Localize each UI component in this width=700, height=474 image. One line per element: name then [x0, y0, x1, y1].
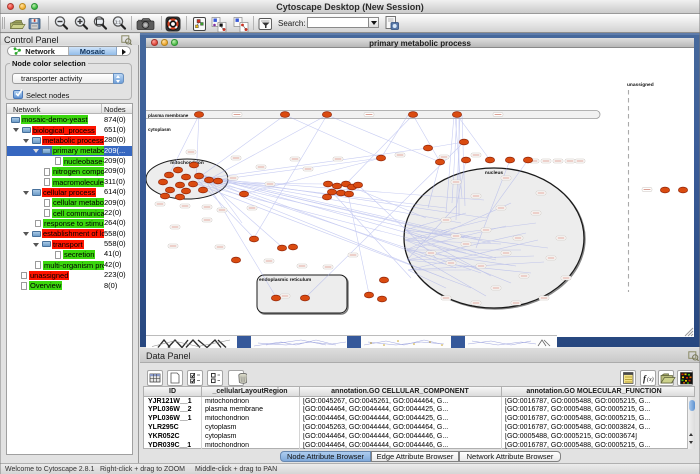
svg-text:nucleus: nucleus [485, 170, 503, 176]
svg-text:cytoplasm: cytoplasm [148, 127, 171, 132]
svg-text:(x): (x) [647, 376, 654, 383]
svg-text:unassigned: unassigned [627, 82, 654, 88]
svg-text:plasma membrane: plasma membrane [148, 113, 189, 118]
svg-text:1:1: 1:1 [115, 20, 122, 25]
